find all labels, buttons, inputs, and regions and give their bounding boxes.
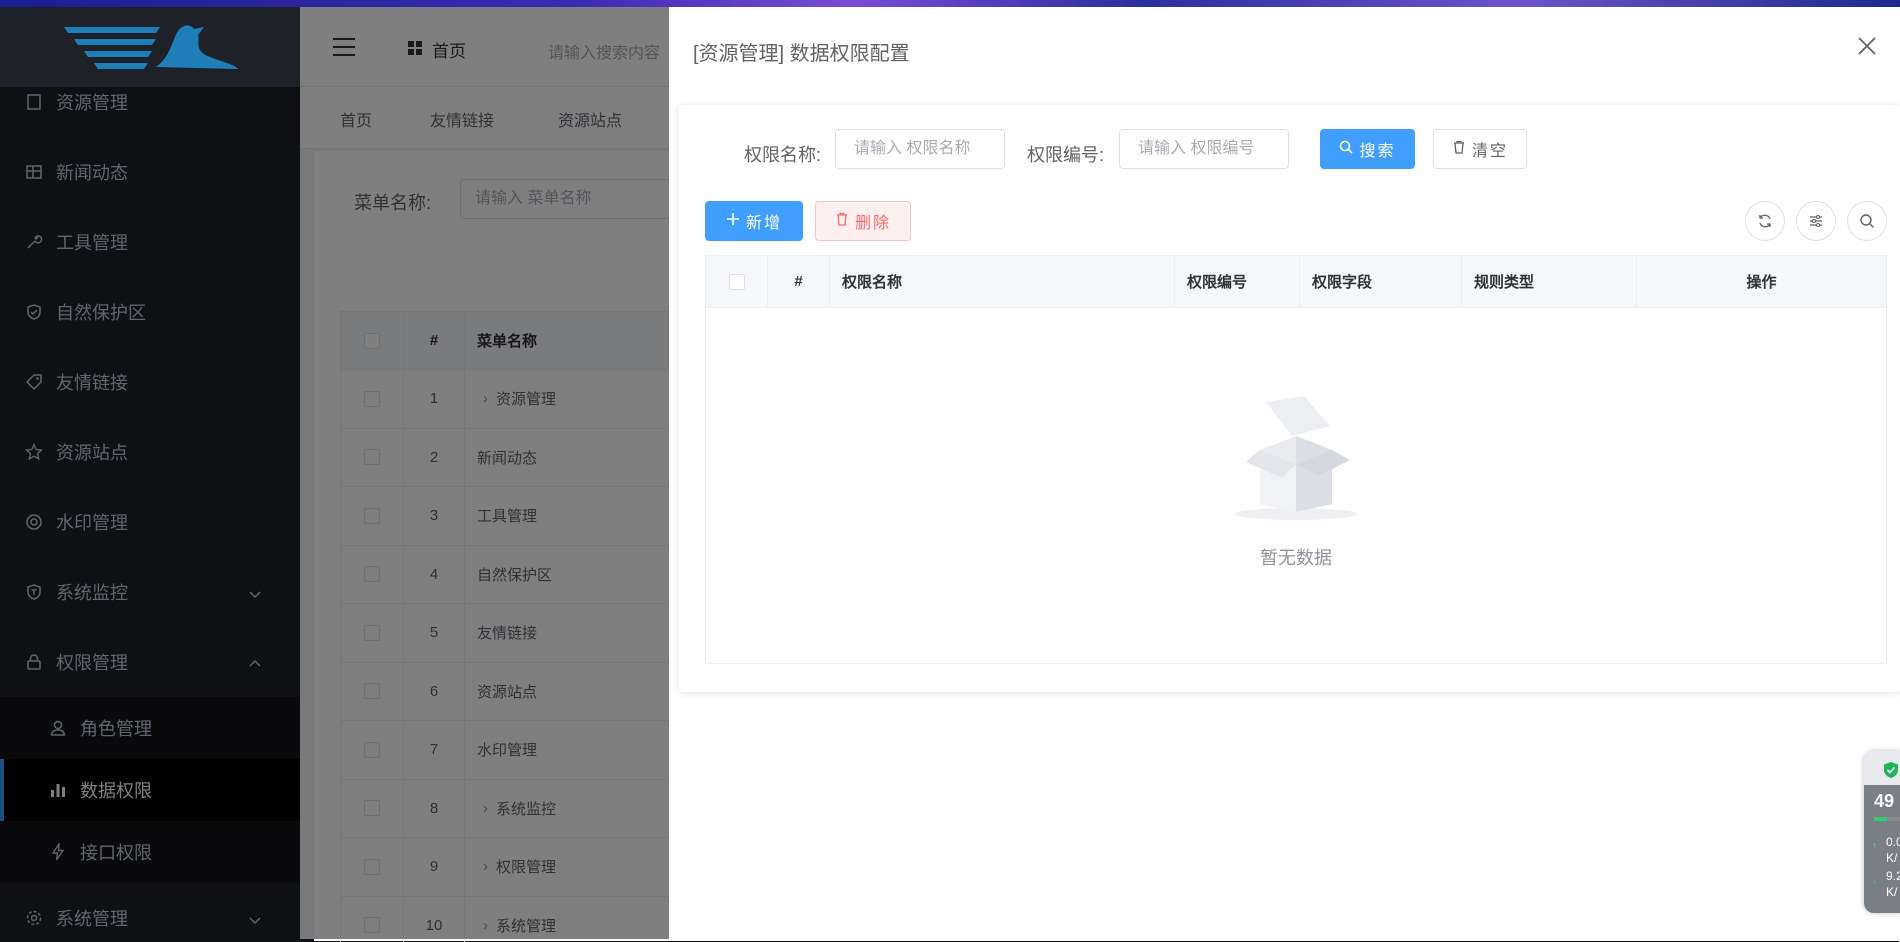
- upload-unit: K/: [1886, 851, 1898, 865]
- desktop-top-strip: [0, 0, 1900, 7]
- permission-table: # 权限名称 权限编号 权限字段 规则类型 操作 暂无数据: [705, 255, 1887, 664]
- drawer-title: [资源管理] 数据权限配置: [693, 43, 910, 65]
- monitor-score: 49: [1874, 791, 1895, 811]
- select-all-cell: [706, 256, 768, 307]
- col-permission-field: 权限字段: [1300, 256, 1462, 307]
- col-permission-code: 权限编号: [1175, 256, 1300, 307]
- shield-check-icon: [1884, 762, 1898, 778]
- permission-panel: 权限名称: 请输入 权限名称 权限编号: 请输入 权限编号 搜索 清空 新增 删…: [679, 105, 1900, 692]
- trash-icon: [835, 212, 849, 231]
- trash-icon: [1452, 140, 1466, 159]
- col-actions: 操作: [1746, 274, 1777, 291]
- column-settings-icon[interactable]: [1796, 201, 1836, 241]
- col-permission-name: 权限名称: [830, 256, 1175, 307]
- data-permission-drawer: [资源管理] 数据权限配置 权限名称: 请输入 权限名称 权限编号: 请输入 权…: [669, 7, 1900, 939]
- add-button[interactable]: 新增: [705, 201, 803, 241]
- clear-button[interactable]: 清空: [1433, 129, 1527, 169]
- col-rule-type: 规则类型: [1462, 256, 1637, 307]
- permission-name-input[interactable]: 请输入 权限名称: [835, 129, 1005, 169]
- delete-button[interactable]: 删除: [815, 201, 911, 241]
- arrow-down-icon: ↓: [1872, 875, 1877, 886]
- download-unit: K/: [1886, 885, 1898, 899]
- upload-speed: 0.0: [1886, 835, 1900, 849]
- download-speed: 9.2: [1886, 869, 1900, 883]
- empty-state: 暂无数据: [706, 308, 1886, 663]
- toggle-search-icon[interactable]: [1847, 201, 1887, 241]
- permission-code-input[interactable]: 请输入 权限编号: [1119, 129, 1289, 169]
- empty-box-icon: [1234, 396, 1358, 520]
- empty-text: 暂无数据: [1260, 548, 1332, 568]
- search-button[interactable]: 搜索: [1320, 129, 1415, 169]
- add-button-label: 新增: [745, 215, 782, 232]
- plus-icon: [726, 212, 740, 231]
- arrow-up-icon: ↑: [1872, 841, 1877, 852]
- logo: [0, 7, 300, 87]
- permission-name-label: 权限名称:: [744, 145, 822, 165]
- delete-button-label: 删除: [854, 215, 891, 232]
- search-icon: [1339, 140, 1354, 159]
- col-index: #: [768, 256, 830, 307]
- refresh-icon[interactable]: [1745, 201, 1785, 241]
- search-button-label: 搜索: [1359, 143, 1396, 160]
- clear-button-label: 清空: [1471, 143, 1508, 160]
- permission-code-label: 权限编号:: [1027, 145, 1105, 165]
- network-monitor-widget[interactable]: 49 ↑ 0.0 K/ ↓ 9.2 K/: [1864, 751, 1900, 913]
- close-icon[interactable]: [1856, 35, 1878, 57]
- select-all-checkbox[interactable]: [728, 273, 745, 290]
- table-header: # 权限名称 权限编号 权限字段 规则类型 操作: [706, 256, 1886, 308]
- monitor-bar: [1874, 817, 1900, 821]
